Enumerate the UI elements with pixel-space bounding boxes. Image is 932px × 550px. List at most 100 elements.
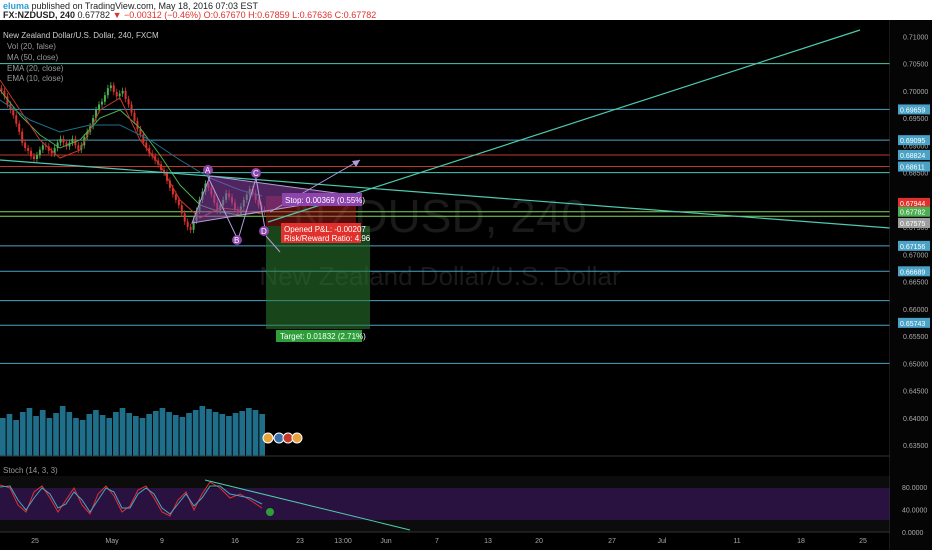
volume-bar <box>33 416 39 456</box>
time-tick-label: 16 <box>231 538 239 545</box>
time-tick-label: 25 <box>859 538 867 545</box>
volume-bar <box>59 406 66 456</box>
stoch-signal-marker <box>266 508 274 516</box>
price-tick-label: 0.64000 <box>903 416 928 423</box>
ohlc-values: O:0.67670 H:0.67859 L:0.67636 C:0.67782 <box>203 10 377 20</box>
price-tick-label: 0.68500 <box>903 171 928 178</box>
candle-body <box>106 88 109 96</box>
indicator-ema10[interactable]: EMA (10, close) <box>7 74 64 83</box>
candle-body <box>38 149 41 156</box>
volume-bar <box>139 418 146 456</box>
stoch-tick-label: 0.0000 <box>902 530 924 537</box>
volume-bar <box>39 410 46 456</box>
time-tick-label: 18 <box>797 538 805 545</box>
price-label: 0.68611 <box>900 165 925 172</box>
event-icon[interactable] <box>262 432 274 444</box>
time-tick-label: May <box>105 538 119 545</box>
volume-bar <box>0 418 6 456</box>
volume-bar <box>19 412 26 456</box>
candle-body <box>62 138 65 143</box>
volume-bar <box>6 414 13 456</box>
candle-body <box>177 199 180 206</box>
pattern-label: B <box>234 236 239 245</box>
price-tick-label: 0.66000 <box>903 307 928 314</box>
time-tick-label: Jun <box>380 538 391 545</box>
price-label: 0.68824 <box>900 153 925 160</box>
candle-body <box>98 104 101 110</box>
price-tick-label: 0.69500 <box>903 116 928 123</box>
volume-bar <box>133 416 139 456</box>
candle-body <box>124 90 127 100</box>
time-tick-label: 27 <box>608 538 616 545</box>
candle-body <box>121 90 124 94</box>
stoch-title[interactable]: Stoch (14, 3, 3) <box>3 466 58 475</box>
price-label: 0.65743 <box>900 321 925 328</box>
volume-bar <box>79 420 86 456</box>
price-tick-label: 0.63500 <box>903 443 928 450</box>
price-tick-label: 0.67000 <box>903 252 928 259</box>
indicator-ema20[interactable]: EMA (20, close) <box>7 64 64 73</box>
time-tick-label: 25 <box>31 538 39 545</box>
candle-body <box>183 213 186 222</box>
volume-bar <box>106 418 113 456</box>
volume-bar <box>212 412 219 456</box>
price-tick-label: 0.70000 <box>903 89 928 96</box>
symbol-name[interactable]: FX:NZDUSD, 240 <box>3 10 75 20</box>
volume-bar <box>13 420 19 456</box>
last-price: 0.67782 <box>77 10 111 20</box>
candle-body <box>118 93 121 97</box>
volume-bar <box>93 410 99 456</box>
candle-body <box>71 138 74 143</box>
pnl-label: Opened P&L: -0.00207 <box>284 225 366 234</box>
candle-body <box>127 99 130 105</box>
volume-bar <box>219 414 226 456</box>
stoch-band <box>0 488 890 520</box>
price-tick-label: 0.64500 <box>903 389 928 396</box>
time-tick-label: 11 <box>733 538 740 545</box>
volume-bar <box>53 413 59 456</box>
time-tick-label: 23 <box>296 538 304 545</box>
candle-body <box>142 134 145 143</box>
chart-title: New Zealand Dollar/U.S. Dollar, 240, FXC… <box>3 31 159 40</box>
publisher-header: eluma published on TradingView.com, May … <box>0 0 932 20</box>
volume-bar <box>239 411 246 456</box>
price-chart[interactable]: NZDUSD, 240 New Zealand Dollar/U.S. Doll… <box>0 20 932 550</box>
candle-body <box>115 91 118 97</box>
volume-bar <box>172 415 179 456</box>
price-label: 0.69659 <box>900 107 925 114</box>
target-label: Target: 0.01832 (2.71%) <box>280 332 366 341</box>
symbol-line: FX:NZDUSD, 240 0.67782 ▼ −0.00312 (−0.46… <box>3 10 376 20</box>
candle-body <box>30 150 33 157</box>
candle-body <box>174 194 177 200</box>
indicator-vol[interactable]: Vol (20, false) <box>7 42 56 51</box>
candle-body <box>180 205 183 214</box>
volume-bar <box>152 411 159 456</box>
pattern-label: C <box>253 169 259 178</box>
stoch-tick-label: 80.0000 <box>902 485 927 492</box>
volume-bar <box>186 413 192 456</box>
candle-body <box>21 131 24 143</box>
candle-body <box>103 95 106 102</box>
pattern-label: D <box>261 227 267 236</box>
candle-body <box>35 155 38 159</box>
event-icon[interactable] <box>291 432 303 444</box>
candle-body <box>27 148 30 151</box>
time-tick-label: 7 <box>435 538 439 545</box>
volume-bar <box>126 413 132 456</box>
candle-body <box>15 115 18 124</box>
candle-body <box>109 85 112 89</box>
candle-body <box>186 221 189 228</box>
price-tick-label: 0.65500 <box>903 334 928 341</box>
volume-bar <box>252 410 259 456</box>
candle-body <box>18 123 21 132</box>
volume-bar <box>66 412 73 456</box>
candle-body <box>59 138 62 143</box>
indicator-ma[interactable]: MA (50, close) <box>7 53 58 62</box>
volume-bar <box>86 414 93 456</box>
candle-body <box>130 104 133 113</box>
candle-body <box>133 112 136 121</box>
price-tick-label: 0.66500 <box>903 280 928 287</box>
volume-bar <box>199 406 206 456</box>
stop-label: Stop: 0.00369 (0.55%) <box>285 196 365 205</box>
candle-body <box>24 142 27 149</box>
